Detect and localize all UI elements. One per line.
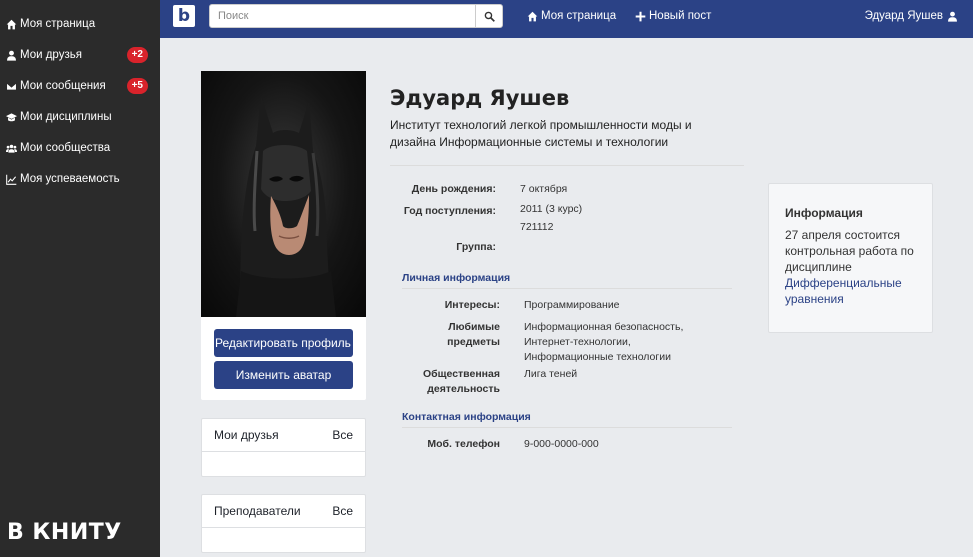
sidebar-item-label: Мои сообщения [20, 80, 106, 92]
sidebar-item-label: Мои дисциплины [20, 111, 112, 123]
teachers-card: Преподаватели Все [201, 494, 366, 553]
nav-new-post-label: Новый пост [649, 10, 712, 22]
group-value: 721112 [520, 221, 554, 233]
user-icon [948, 11, 957, 22]
user-name: Эдуард Яушев [864, 10, 943, 22]
nav-my-page-label: Моя страница [541, 10, 617, 22]
home-icon [6, 19, 17, 29]
friends-all-link[interactable]: Все [332, 428, 353, 442]
activity-label: Общественная деятельность [422, 368, 500, 395]
chart-line-icon [6, 174, 17, 185]
envelope-icon [6, 82, 17, 90]
nav-my-page[interactable]: Моя страница [527, 10, 616, 22]
birthday-label: День рождения: [411, 183, 496, 195]
contact-info-heading: Контактная информация [402, 411, 531, 423]
fav-subjects-value: Информационная безопасность, Интернет-те… [524, 320, 683, 365]
sidebar: Моя страница Мои друзья +2 Мои сообщения… [0, 0, 160, 557]
search-button[interactable] [475, 4, 503, 28]
friends-card-title: Мои друзья [214, 428, 279, 442]
notification-badge: +2 [126, 47, 148, 63]
search-icon [484, 11, 495, 22]
users-icon [6, 144, 17, 153]
plus-icon [635, 11, 646, 21]
divider [390, 165, 744, 166]
nav-new-post[interactable]: Новый пост [635, 10, 711, 22]
teachers-card-title: Преподаватели [214, 504, 301, 518]
sidebar-item-progress[interactable]: Моя успеваемость [0, 167, 160, 191]
search-input[interactable]: Поиск [209, 4, 476, 28]
interests-value: Программирование [524, 299, 620, 311]
avatar-card: Редактировать профиль Изменить аватар [201, 71, 366, 400]
sidebar-item-disciplines[interactable]: Мои дисциплины [0, 105, 160, 129]
avatar-image [236, 96, 336, 317]
top-navbar: b Поиск Моя страница Новый пост Эдуард Я… [160, 0, 973, 38]
sidebar-item-label: Моя успеваемость [20, 173, 120, 185]
teachers-card-header: Преподаватели Все [202, 495, 365, 528]
profile-avatar [201, 71, 366, 317]
fav-subjects-label: Любимые предметы [447, 321, 500, 348]
divider [402, 427, 732, 428]
sidebar-item-label: Моя страница [20, 18, 96, 30]
user-menu[interactable]: Эдуард Яушев [865, 10, 958, 22]
graduation-cap-icon [6, 112, 17, 121]
personal-info-heading: Личная информация [402, 272, 511, 284]
edit-profile-button[interactable]: Редактировать профиль [214, 329, 353, 357]
year-value: 2011 (3 курс) [520, 203, 583, 215]
year-label: Год поступления: [403, 205, 496, 217]
phone-value: 9-000-0000-000 [524, 438, 599, 450]
activity-value: Лига теней [524, 368, 578, 380]
brand-label: В КНИТУ [7, 520, 122, 545]
friends-card: Мои друзья Все [201, 418, 366, 477]
notification-badge: +5 [126, 78, 148, 94]
profile-institute: Институт технологий легкой промышленност… [390, 118, 692, 149]
sidebar-item-friends[interactable]: Мои друзья +2 [0, 43, 160, 67]
info-box-title: Информация [785, 206, 863, 220]
fav-subject-item: Информационная безопасность, [524, 321, 684, 333]
sidebar-item-label: Мои сообщества [20, 142, 111, 154]
fav-subject-item: Интернет-технологии, [524, 336, 631, 348]
divider [402, 288, 732, 289]
site-logo[interactable]: b [173, 5, 195, 27]
phone-label: Моб. телефон [427, 438, 500, 450]
sidebar-item-my-page[interactable]: Моя страница [0, 12, 160, 36]
home-icon [527, 11, 538, 21]
fav-subject-item: Информационные технологии [524, 351, 671, 363]
sidebar-item-messages[interactable]: Мои сообщения +5 [0, 74, 160, 98]
birthday-value: 7 октября [520, 183, 568, 195]
sidebar-item-label: Мои друзья [20, 49, 82, 61]
group-label: Группа: [456, 241, 496, 253]
interests-label: Интересы: [444, 299, 500, 311]
discipline-link[interactable]: Дифференциальные уравнения [785, 275, 916, 307]
user-icon [7, 50, 16, 61]
info-box: Информация 27 апреля состоится контрольн… [768, 183, 933, 333]
info-box-text: 27 апреля состоится контрольная работа п… [785, 228, 914, 274]
profile-name: Эдуард Яушев [390, 86, 570, 110]
sidebar-item-communities[interactable]: Мои сообщества [0, 136, 160, 160]
teachers-all-link[interactable]: Все [332, 504, 353, 518]
friends-card-header: Мои друзья Все [202, 419, 365, 452]
change-avatar-button[interactable]: Изменить аватар [214, 361, 353, 389]
